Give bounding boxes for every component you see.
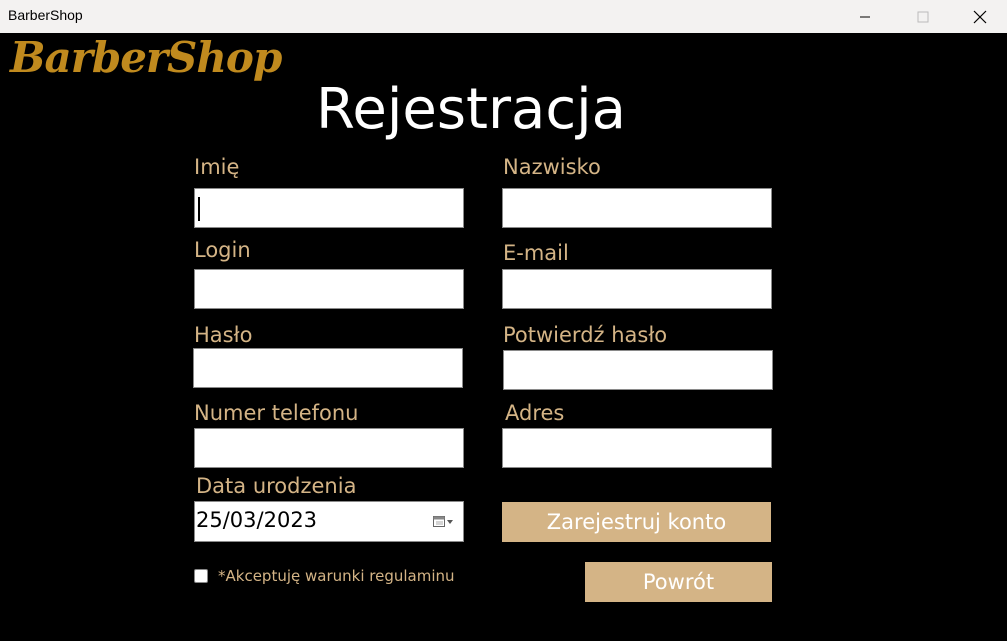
register-button[interactable]: Zarejestruj konto [502, 502, 771, 542]
adres-input[interactable] [502, 428, 772, 468]
page-title: Rejestracja [316, 77, 626, 142]
title-bar: BarberShop [0, 0, 1007, 33]
haslo-label: Hasło [194, 323, 253, 347]
nazwisko-label: Nazwisko [503, 155, 601, 179]
terms-checkbox-row[interactable]: *Akceptuję warunki regulaminu [194, 567, 455, 585]
imie-input[interactable] [194, 188, 464, 228]
back-button[interactable]: Powrót [585, 562, 772, 602]
data-urodzenia-label: Data urodzenia [196, 474, 357, 498]
telefon-text-field[interactable] [195, 429, 463, 467]
registration-window: BarberShop Rejestracja Imię Nazwisko Log… [0, 33, 1007, 641]
text-caret [198, 197, 200, 221]
adres-label: Adres [505, 401, 565, 425]
potwierdz-haslo-input[interactable] [503, 350, 773, 390]
close-button[interactable] [951, 0, 1007, 33]
minimize-button[interactable] [836, 0, 894, 33]
adres-text-field[interactable] [503, 429, 771, 467]
haslo-input[interactable] [193, 348, 463, 388]
telefon-label: Numer telefonu [194, 401, 359, 425]
login-text-field[interactable] [195, 270, 463, 308]
login-input[interactable] [194, 269, 464, 309]
nazwisko-input[interactable] [502, 188, 772, 228]
login-label: Login [194, 238, 251, 262]
data-urodzenia-picker[interactable]: 25/03/2023 [194, 501, 464, 542]
maximize-button[interactable] [894, 0, 952, 33]
window-title: BarberShop [8, 7, 83, 23]
imie-text-field[interactable] [195, 189, 463, 227]
minimize-icon [860, 16, 870, 17]
nazwisko-text-field[interactable] [503, 189, 771, 227]
terms-checkbox[interactable] [194, 569, 208, 583]
haslo-text-field[interactable] [194, 349, 462, 387]
email-text-field[interactable] [503, 270, 771, 308]
potwierdz-haslo-label: Potwierdź hasło [503, 323, 668, 347]
email-input[interactable] [502, 269, 772, 309]
maximize-icon [917, 11, 929, 22]
barbershop-logo: BarberShop [10, 33, 282, 82]
close-icon [973, 10, 987, 23]
terms-label: *Akceptuję warunki regulaminu [218, 567, 455, 585]
date-value: 25/03/2023 [196, 508, 318, 532]
calendar-dropdown-icon[interactable] [433, 515, 455, 529]
imie-label: Imię [194, 155, 240, 179]
potwierdz-haslo-text-field[interactable] [504, 351, 772, 389]
telefon-input[interactable] [194, 428, 464, 468]
email-label: E-mail [503, 241, 569, 265]
